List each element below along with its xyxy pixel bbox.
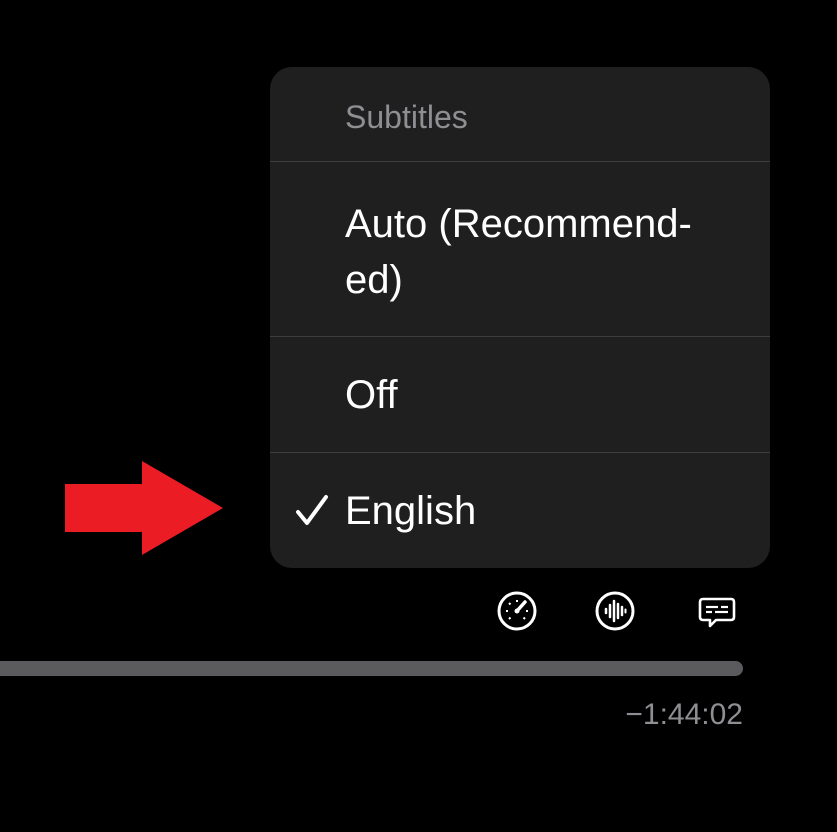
subtitle-option-auto[interactable]: Auto (Recommend- ed) (270, 162, 770, 337)
checkmark-icon (296, 495, 328, 525)
audio-track-button[interactable] (594, 590, 636, 632)
subtitle-option-off-label: Off (345, 373, 398, 417)
audio-track-icon (595, 591, 635, 631)
progress-scrubber[interactable] (0, 661, 743, 676)
playback-speed-icon (497, 591, 537, 631)
subtitles-menu: Subtitles Auto (Recommend- ed) Off Engli… (270, 67, 770, 568)
subtitle-option-english[interactable]: English (270, 453, 770, 568)
remaining-time: −1:44:02 (625, 698, 743, 731)
subtitles-icon (698, 597, 736, 628)
subtitle-option-auto-line1: Auto (Recommend- (345, 202, 692, 246)
subtitles-button[interactable] (696, 590, 738, 632)
subtitles-menu-title: Subtitles (270, 67, 770, 162)
subtitle-option-off[interactable]: Off (270, 337, 770, 453)
subtitle-option-english-label: English (345, 489, 477, 533)
video-player: Subtitles Auto (Recommend- ed) Off Engli… (0, 0, 837, 832)
playback-speed-button[interactable] (496, 590, 538, 632)
subtitle-option-auto-line2: ed) (345, 258, 403, 302)
player-controls (0, 590, 837, 634)
red-arrow-annotation-icon (65, 461, 223, 555)
